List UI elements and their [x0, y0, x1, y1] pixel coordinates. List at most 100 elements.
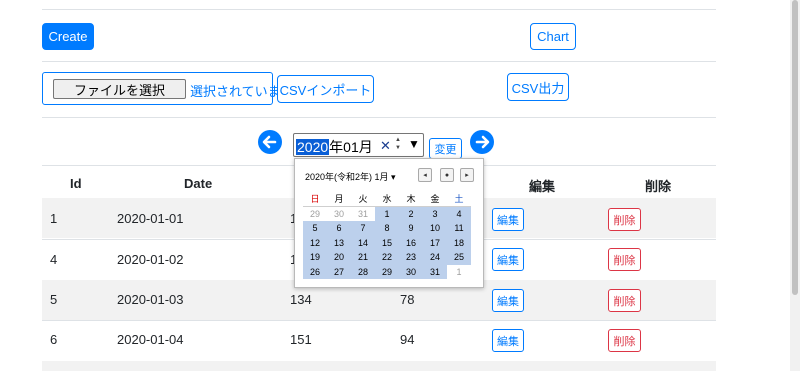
cell-value1: 151 — [290, 332, 312, 347]
calendar-day[interactable]: 31 — [423, 264, 447, 279]
calendar-day[interactable]: 3 — [423, 206, 447, 221]
calendar-day[interactable]: 19 — [303, 250, 327, 265]
calendar-day[interactable]: 4 — [447, 206, 471, 221]
calendar-week-row: 26 27 28 29 30 31 1 — [303, 264, 471, 280]
cell-date: 2020-01-01 — [117, 211, 184, 226]
edit-button[interactable]: 編集 — [492, 329, 524, 352]
calendar-week-row: 29 30 31 1 2 3 4 — [303, 206, 471, 222]
delete-button[interactable]: 削除 — [608, 289, 641, 312]
calendar-day[interactable]: 30 — [327, 207, 351, 222]
cell-date: 2020-01-03 — [117, 292, 184, 307]
calendar-day[interactable]: 11 — [447, 221, 471, 236]
weekday-label: 土 — [447, 192, 471, 207]
choose-file-button[interactable]: ファイルを選択 — [53, 79, 186, 99]
row-divider — [42, 320, 716, 321]
arrow-right-icon — [475, 135, 490, 149]
calendar-day[interactable]: 14 — [351, 235, 375, 250]
calendar-day[interactable]: 8 — [375, 221, 399, 236]
calendar-day[interactable]: 25 — [447, 250, 471, 265]
cell-id: 6 — [50, 332, 58, 347]
calendar-day[interactable]: 15 — [375, 235, 399, 250]
divider-top — [42, 9, 716, 10]
calendar-day[interactable]: 5 — [303, 221, 327, 236]
calendar-next-button[interactable]: ▸ — [460, 168, 474, 182]
calendar-week-row: 5 6 7 8 9 10 11 — [303, 221, 471, 236]
calendar-today-button[interactable]: ● — [440, 168, 454, 182]
calendar-weeks: 29 30 31 1 2 3 4 5 6 7 8 9 10 11 12 13 14 15 16 17 18 19 20 21 2… — [303, 206, 471, 280]
calendar-day[interactable]: 20 — [327, 250, 351, 265]
cell-value2: 94 — [400, 332, 415, 347]
next-month-button[interactable] — [470, 130, 494, 154]
calendar-day[interactable]: 26 — [303, 264, 327, 279]
month-input[interactable]: 2020年01月 ✕ ▲ ▼ ▼ — [293, 133, 424, 157]
spin-icon[interactable]: ▲ ▼ — [395, 136, 403, 154]
header-date: Date — [184, 176, 213, 191]
create-button[interactable]: Create — [42, 23, 94, 50]
csv-file-input[interactable]: ファイルを選択 選択されていません — [42, 72, 306, 105]
calendar-day[interactable]: 24 — [423, 250, 447, 265]
dropdown-icon[interactable]: ▼ — [408, 137, 420, 151]
chart-button[interactable]: Chart — [530, 23, 576, 50]
calendar-day[interactable]: 1 — [375, 206, 399, 221]
cell-value2: 78 — [400, 292, 415, 307]
calendar-grid: 日 月 火 水 木 金 土 29 30 31 1 2 3 4 5 6 7 8 9 10 11 12 13 14 1… — [303, 192, 471, 279]
calendar-day[interactable]: 17 — [423, 235, 447, 250]
calendar-day[interactable]: 10 — [423, 221, 447, 236]
cell-id: 5 — [50, 292, 58, 307]
month-calendar-popup[interactable]: 2020年(令和2年) 1月 ▾ ◂ ● ▸ 日 月 火 水 木 金 土 29 3… — [294, 158, 484, 288]
calendar-day[interactable]: 1 — [447, 265, 471, 280]
calendar-day[interactable]: 21 — [351, 250, 375, 265]
csv-import-button[interactable]: CSVインポート — [277, 75, 374, 103]
calendar-day[interactable]: 22 — [375, 250, 399, 265]
page-scrollbar-thumb[interactable] — [792, 0, 798, 295]
calendar-day[interactable]: 27 — [327, 264, 351, 279]
weekday-label: 火 — [351, 192, 375, 207]
calendar-day[interactable]: 23 — [399, 250, 423, 265]
weekday-label: 金 — [423, 192, 447, 207]
edit-button[interactable]: 編集 — [492, 248, 524, 271]
cell-value1: 134 — [290, 292, 312, 307]
header-delete: 削除 — [645, 179, 672, 194]
delete-button[interactable]: 削除 — [608, 208, 641, 231]
divider-1 — [42, 61, 716, 62]
calendar-week-row: 12 13 14 15 16 17 18 — [303, 235, 471, 250]
divider-2 — [42, 117, 716, 118]
month-segment[interactable]: 年01月 — [329, 139, 373, 155]
cell-id: 4 — [50, 252, 58, 267]
calendar-prev-button[interactable]: ◂ — [418, 168, 432, 182]
delete-button[interactable]: 削除 — [608, 329, 641, 352]
calendar-day[interactable]: 31 — [351, 207, 375, 222]
cell-date: 2020-01-04 — [117, 332, 184, 347]
header-edit: 編集 — [529, 179, 556, 194]
calendar-month-select[interactable]: 2020年(令和2年) 1月 ▾ — [305, 170, 396, 183]
calendar-day[interactable]: 30 — [399, 264, 423, 279]
edit-button[interactable]: 編集 — [492, 208, 524, 231]
calendar-weekday-row: 日 月 火 水 木 金 土 — [303, 192, 471, 207]
calendar-day[interactable]: 7 — [351, 221, 375, 236]
calendar-day[interactable]: 28 — [351, 264, 375, 279]
calendar-day[interactable]: 13 — [327, 235, 351, 250]
calendar-day[interactable]: 9 — [399, 221, 423, 236]
edit-button[interactable]: 編集 — [492, 289, 524, 312]
calendar-day[interactable]: 12 — [303, 235, 327, 250]
calendar-day[interactable]: 18 — [447, 235, 471, 250]
delete-button[interactable]: 削除 — [608, 248, 641, 271]
csv-export-button[interactable]: CSV出力 — [507, 73, 569, 101]
month-year-segment[interactable]: 2020 — [296, 139, 330, 155]
calendar-day[interactable]: 6 — [327, 221, 351, 236]
calendar-day[interactable]: 29 — [303, 207, 327, 222]
header-id: Id — [70, 176, 82, 191]
calendar-day[interactable]: 16 — [399, 235, 423, 250]
cell-id: 1 — [50, 211, 58, 226]
weekday-label: 月 — [327, 192, 351, 207]
change-button[interactable]: 変更 — [429, 138, 462, 159]
calendar-day[interactable]: 29 — [375, 264, 399, 279]
calendar-day[interactable]: 2 — [399, 206, 423, 221]
clear-icon[interactable]: ✕ — [380, 138, 391, 154]
arrow-left-icon — [262, 135, 277, 149]
cell-date: 2020-01-02 — [117, 252, 184, 267]
prev-month-button[interactable] — [258, 130, 282, 154]
weekday-label: 木 — [399, 192, 423, 207]
calendar-week-row: 19 20 21 22 23 24 25 — [303, 250, 471, 265]
table-row — [42, 361, 716, 371]
